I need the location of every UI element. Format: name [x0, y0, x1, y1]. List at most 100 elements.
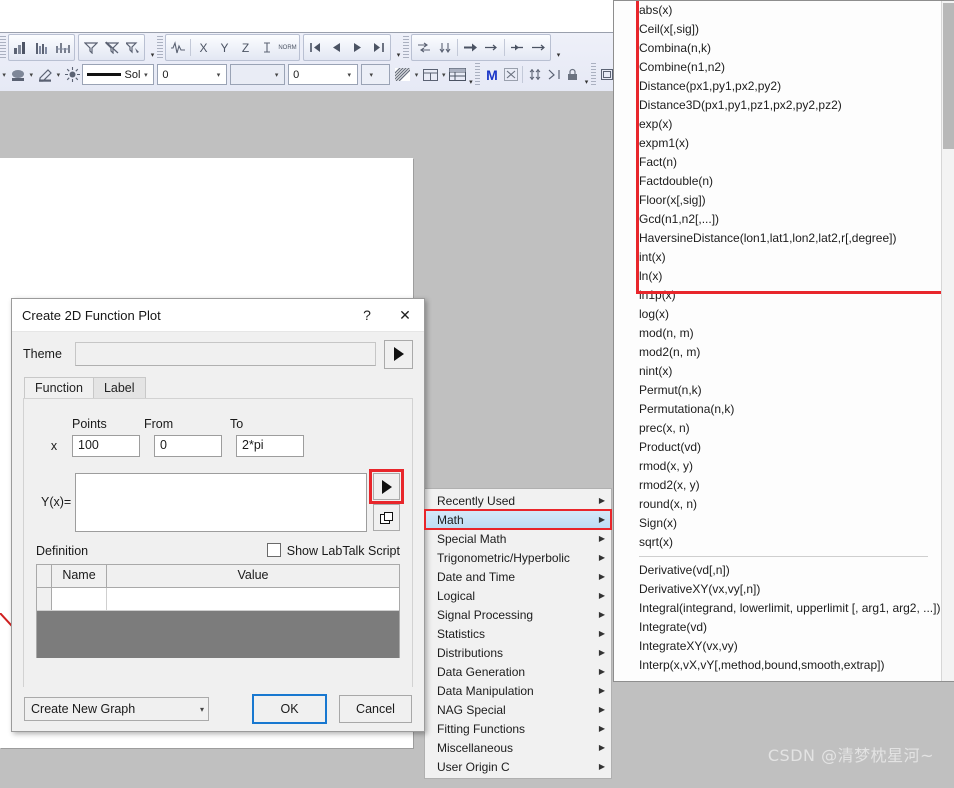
function-item[interactable]: abs(x) [614, 1, 940, 20]
chevron-down-icon[interactable]: ▾ [366, 71, 377, 79]
color-picker-combo[interactable]: ▾ [230, 64, 286, 85]
error-bar-icon[interactable] [256, 37, 277, 58]
function-item[interactable]: int(x) [614, 248, 940, 267]
function-item[interactable]: Combine(n1,n2) [614, 58, 940, 77]
tab-label[interactable]: Label [92, 377, 146, 398]
hatch-pattern-icon[interactable] [393, 64, 412, 85]
theme-menu-button[interactable] [384, 339, 413, 369]
scrollbar-thumb[interactable] [943, 3, 954, 149]
menu-item-miscellaneous[interactable]: Miscellaneous ▶ [425, 738, 611, 757]
chevron-down-icon[interactable]: ▾ [0, 71, 8, 79]
function-item[interactable]: round(x, n) [614, 495, 940, 514]
axis-x-icon[interactable]: X [193, 37, 214, 58]
first-icon[interactable] [305, 37, 326, 58]
toolbar-grip[interactable] [590, 63, 596, 86]
pattern-style-combo[interactable]: ▾ [360, 64, 391, 85]
v-align-icon[interactable] [525, 64, 544, 85]
chevron-down-icon[interactable]: ▾ [27, 71, 35, 79]
y-expression-input[interactable] [75, 473, 367, 532]
create-2d-function-plot-dialog[interactable]: Create 2D Function Plot ? ✕ Theme Functi… [11, 298, 425, 732]
matrix-icon[interactable]: M [482, 64, 501, 85]
function-item[interactable]: Combina(n,k) [614, 39, 940, 58]
from-input[interactable]: 0 [154, 435, 222, 457]
name-cell[interactable] [52, 588, 107, 610]
function-item[interactable]: Permutationa(n,k) [614, 400, 940, 419]
definition-table[interactable]: Name Value [36, 564, 400, 658]
waveform-icon[interactable] [167, 37, 188, 58]
help-icon[interactable]: ? [348, 300, 386, 331]
menu-item-math[interactable]: Math ▶ [424, 509, 612, 530]
fill-color-icon[interactable] [8, 64, 27, 85]
bar-chart-icon[interactable] [10, 37, 31, 58]
function-item[interactable]: mod2(n, m) [614, 343, 940, 362]
function-list-panel[interactable]: abs(x) Ceil(x[,sig]) Combina(n,k) Combine(n… [613, 0, 954, 682]
function-item[interactable]: log(x) [614, 305, 940, 324]
menu-item-trigonometric-hyperbolic[interactable]: Trigonometric/Hyperbolic ▶ [425, 548, 611, 567]
function-item[interactable]: Interp(x,vX,vY[,method,bound,smooth,extr… [614, 656, 940, 675]
function-item[interactable]: Floor(x[,sig]) [614, 191, 940, 210]
to-input[interactable]: 2*pi [236, 435, 304, 457]
axis-y-icon[interactable]: Y [214, 37, 235, 58]
function-item[interactable]: rmod2(x, y) [614, 476, 940, 495]
function-item[interactable]: Distance(px1,py1,px2,py2) [614, 77, 940, 96]
function-item[interactable]: Permut(n,k) [614, 381, 940, 400]
chevron-down-icon[interactable]: ▾ [140, 71, 151, 79]
toolbar-overflow-icon[interactable]: ▾ [467, 63, 475, 86]
dialog-title-bar[interactable]: Create 2D Function Plot ? ✕ [12, 299, 424, 332]
function-item[interactable]: Distance3D(px1,py1,pz1,px2,py2,pz2) [614, 96, 940, 115]
function-item[interactable]: ln(x) [614, 267, 940, 286]
arrow-right-bar-icon[interactable] [507, 37, 528, 58]
shift-down-icon[interactable] [434, 37, 455, 58]
table-row[interactable] [37, 588, 399, 611]
function-item[interactable]: IntegrateXY(vx,vy) [614, 637, 940, 656]
function-item[interactable]: Integral(integrand, lowerlimit, upperlim… [614, 599, 940, 618]
function-item[interactable]: rmod(x, y) [614, 457, 940, 476]
filter-icon[interactable] [80, 37, 101, 58]
insert-function-button[interactable] [369, 469, 404, 504]
function-item[interactable]: expm1(x) [614, 134, 940, 153]
function-category-menu[interactable]: Recently Used ▶ Math ▶ Special Math ▶ Trigonom… [424, 488, 612, 779]
tab-function[interactable]: Function [24, 377, 94, 398]
value-cell[interactable] [107, 588, 399, 610]
chevron-down-icon[interactable]: ▾ [271, 71, 282, 79]
menu-item-fitting-functions[interactable]: Fitting Functions ▶ [425, 719, 611, 738]
normalize-icon[interactable]: NORM [277, 37, 298, 58]
arrow-right-thin-icon[interactable] [481, 37, 502, 58]
toolbar-grip[interactable] [157, 36, 163, 59]
function-item[interactable]: prec(x, n) [614, 419, 940, 438]
menu-item-distributions[interactable]: Distributions ▶ [425, 643, 611, 662]
grid-icon[interactable] [421, 64, 440, 85]
axis-z-icon[interactable]: Z [235, 37, 256, 58]
function-item[interactable]: ln1p(x) [614, 286, 940, 305]
prev-icon[interactable] [326, 37, 347, 58]
menu-item-special-math[interactable]: Special Math ▶ [425, 529, 611, 548]
chevron-down-icon[interactable]: ▾ [200, 705, 204, 714]
shift-right-icon[interactable] [413, 37, 434, 58]
function-item[interactable]: Product(vd) [614, 438, 940, 457]
menu-item-user-origin-c[interactable]: User Origin C ▶ [425, 757, 611, 776]
toolbar-grip[interactable] [403, 36, 409, 59]
merge-icon[interactable] [544, 64, 563, 85]
theme-input[interactable] [75, 342, 376, 366]
function-item[interactable]: Factdouble(n) [614, 172, 940, 191]
table-icon[interactable] [448, 64, 467, 85]
function-item[interactable]: Integrate(vd) [614, 618, 940, 637]
last-icon[interactable] [368, 37, 389, 58]
close-icon[interactable]: ✕ [386, 300, 424, 331]
line-style-combo[interactable]: Sol ▾ [81, 64, 155, 85]
toolbar-overflow-icon[interactable]: ▾ [394, 36, 403, 59]
function-item[interactable]: mod(n, m) [614, 324, 940, 343]
menu-item-date-and-time[interactable]: Date and Time ▶ [425, 567, 611, 586]
lock-icon[interactable] [563, 64, 582, 85]
chevron-down-icon[interactable]: ▾ [54, 71, 62, 79]
chevron-down-icon[interactable]: ▾ [344, 71, 355, 79]
function-item[interactable]: Ceil(x[,sig]) [614, 20, 940, 39]
line-width-combo[interactable]: 0 ▾ [157, 64, 228, 85]
show-labtalk-script-checkbox[interactable]: Show LabTalk Script [266, 543, 400, 558]
arrow-right-solid-icon[interactable] [460, 37, 481, 58]
graph-target-select[interactable]: Create New Graph ▾ [24, 697, 210, 721]
menu-item-statistics[interactable]: Statistics ▶ [425, 624, 611, 643]
menu-item-data-manipulation[interactable]: Data Manipulation ▶ [425, 681, 611, 700]
brightness-icon[interactable] [63, 64, 82, 85]
points-input[interactable]: 100 [72, 435, 140, 457]
